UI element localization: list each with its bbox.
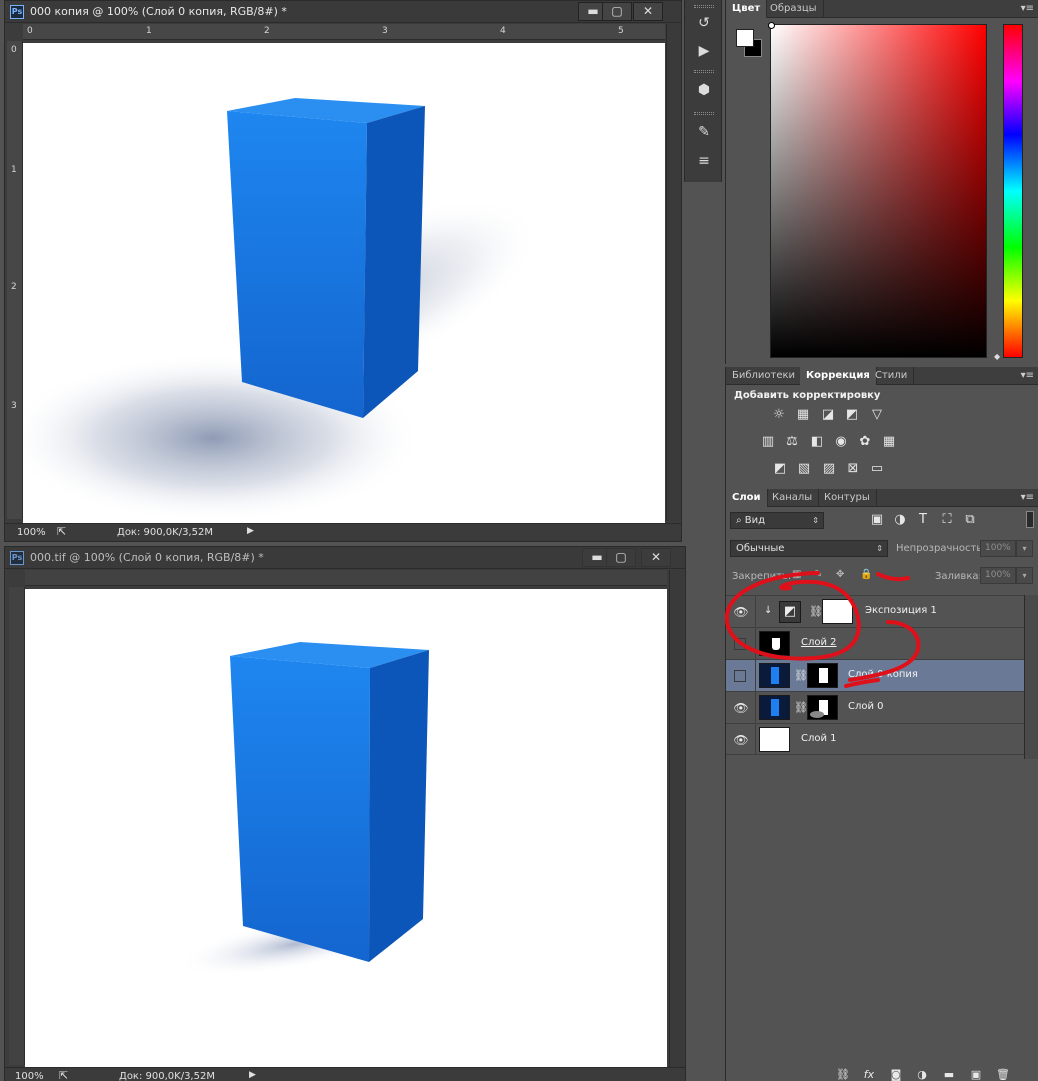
annotation-stroke: [724, 571, 861, 661]
annotation-stroke: [876, 572, 910, 582]
red-circle-annotation: [724, 571, 921, 688]
